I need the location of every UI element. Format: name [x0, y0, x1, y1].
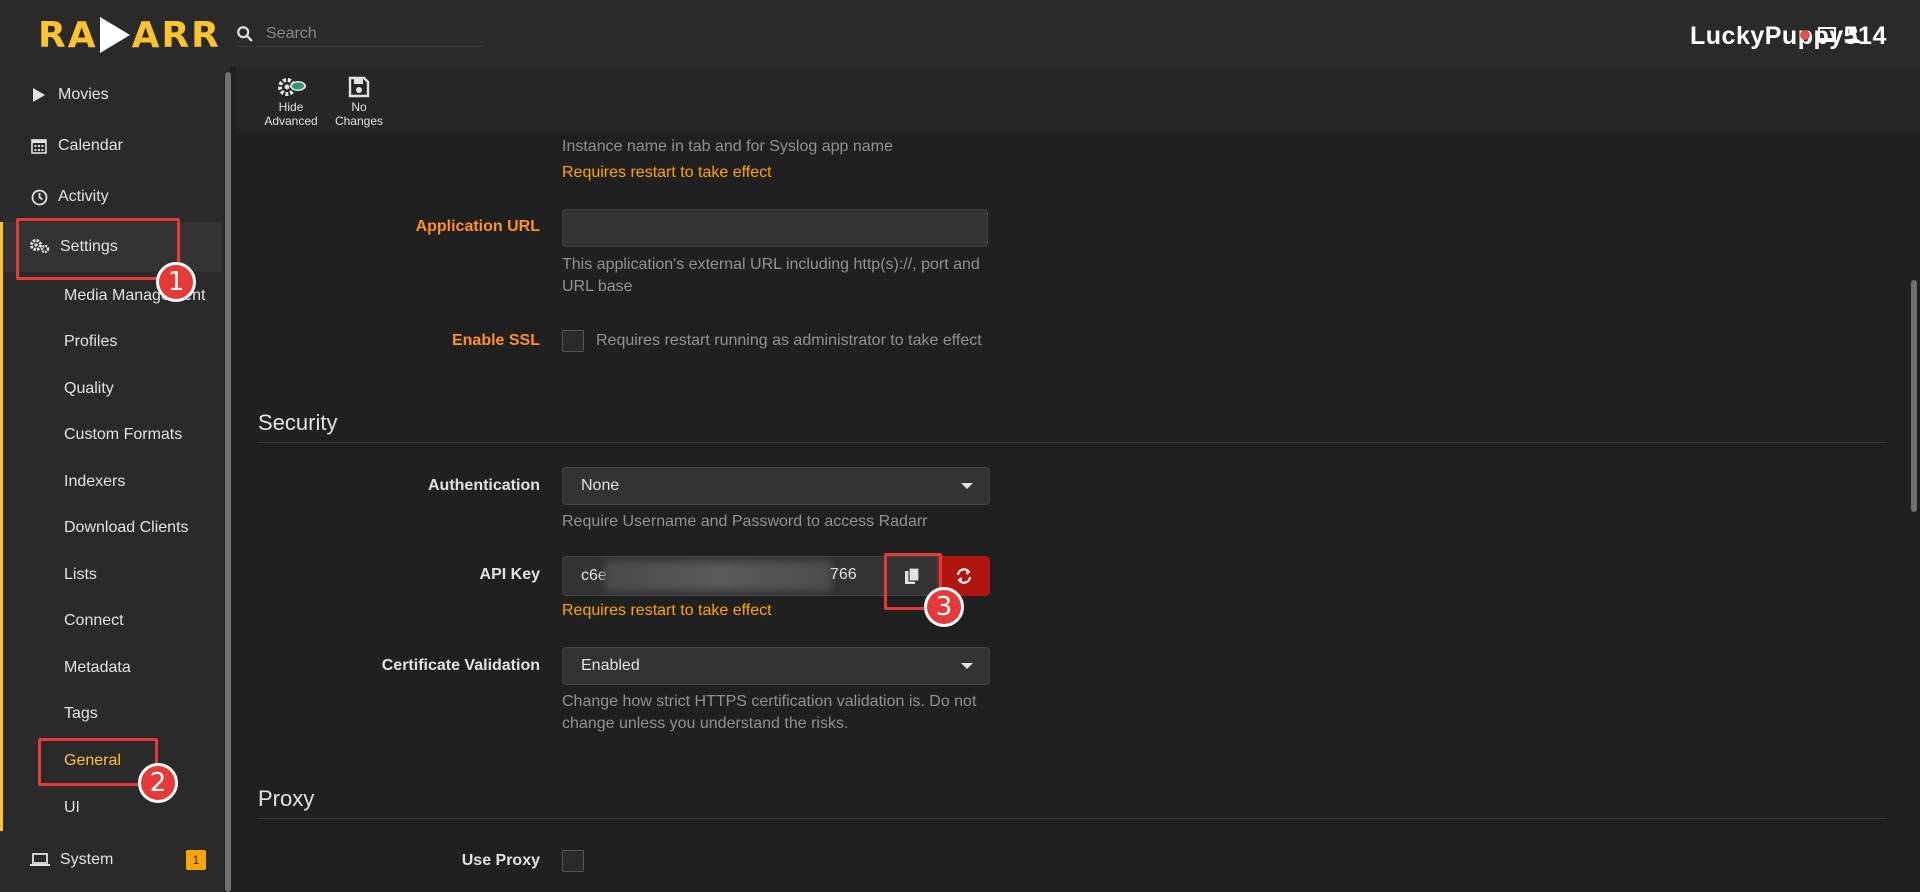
sidebar-item-profiles[interactable]: Profiles: [64, 330, 117, 354]
laptop-icon: [30, 852, 50, 868]
radarr-logo[interactable]: RA ARR: [38, 14, 221, 56]
sidebar-item-movies[interactable]: Movies: [0, 70, 222, 120]
application-url-label: Application URL: [415, 218, 540, 235]
sidebar-item-label: Activity: [58, 188, 109, 205]
sidebar-item-ui[interactable]: UI: [64, 796, 80, 820]
save-changes-button[interactable]: No Changes: [328, 76, 390, 128]
application-url-help: This application's external URL includin…: [562, 254, 980, 298]
header-actions: [1800, 26, 1862, 44]
authentication-help: Require Username and Password to access …: [562, 513, 928, 530]
certificate-validation-select[interactable]: Enabled: [562, 647, 990, 685]
main-scroll-thumb[interactable]: [1911, 280, 1917, 512]
clock-icon: [30, 188, 48, 206]
enable-ssl-checkbox[interactable]: [562, 330, 584, 352]
instance-name-warning: Requires restart to take effect: [562, 164, 772, 181]
calendar-icon: [30, 137, 48, 155]
certificate-validation-help: Change how strict HTTPS certification va…: [562, 691, 976, 735]
instance-name-help: Instance name in tab and for Syslog app …: [562, 138, 893, 155]
certificate-validation-value: Enabled: [581, 657, 640, 674]
sidebar-item-system[interactable]: System 1: [0, 840, 222, 880]
authentication-value: None: [581, 477, 620, 494]
play-icon: [30, 86, 48, 104]
sidebar-item-indexers[interactable]: Indexers: [64, 470, 125, 494]
page-toolbar: Hide Advanced No Changes: [236, 66, 1920, 134]
main-scrollbar[interactable]: [1908, 134, 1920, 892]
laptop-icon[interactable]: [1816, 27, 1838, 43]
annotation-number-3: 3: [924, 587, 964, 627]
sidebar-item-calendar[interactable]: Calendar: [0, 121, 222, 171]
api-key-warning: Requires restart to take effect: [562, 602, 772, 619]
authentication-select[interactable]: None: [562, 467, 990, 505]
save-icon: [348, 76, 370, 98]
hide-advanced-button[interactable]: Hide Advanced: [260, 76, 322, 128]
application-url-input[interactable]: [562, 209, 988, 247]
certificate-help-line2: change unless you understand the risks.: [562, 715, 849, 732]
user-icon[interactable]: [1844, 26, 1862, 44]
sidebar-item-metadata[interactable]: Metadata: [64, 656, 131, 680]
caret-down-icon: [961, 663, 973, 669]
enable-ssl-label: Enable SSL: [451, 332, 540, 349]
hide-advanced-line1: Hide: [278, 100, 304, 114]
save-line1: No: [351, 100, 367, 114]
authentication-label: Authentication: [428, 477, 540, 494]
use-proxy-checkbox[interactable]: [562, 850, 584, 872]
sidebar-item-lists[interactable]: Lists: [64, 563, 97, 587]
logo-play-icon: [99, 17, 130, 53]
annotation-number-1: 1: [156, 262, 196, 302]
caret-down-icon: [961, 483, 973, 489]
application-url-help-line2: URL base: [562, 278, 633, 295]
api-key-redaction: [604, 561, 832, 591]
enable-ssl-help: Requires restart running as administrato…: [596, 332, 982, 349]
save-line2: Changes: [334, 114, 384, 128]
search-bar: [236, 22, 484, 47]
application-url-help-line1: This application's external URL includin…: [562, 256, 980, 273]
api-key-label: API Key: [479, 566, 540, 583]
annotation-number-2: 2: [138, 763, 178, 803]
sidebar-item-label: System: [60, 851, 114, 868]
use-proxy-label: Use Proxy: [461, 852, 540, 869]
sidebar-item-custom-formats[interactable]: Custom Formats: [64, 423, 182, 447]
sidebar-scroll-thumb[interactable]: [225, 72, 231, 892]
sidebar-item-download-clients[interactable]: Download Clients: [64, 516, 189, 540]
proxy-section-title: Proxy: [258, 786, 315, 811]
refresh-icon: [956, 568, 972, 584]
sidebar-item-label: Movies: [58, 86, 109, 103]
top-header: RA ARR LuckyPuppy514: [0, 0, 1920, 66]
search-input[interactable]: [264, 24, 478, 44]
proxy-divider: [258, 818, 1886, 819]
search-icon: [237, 26, 253, 42]
hide-advanced-line2: Advanced: [264, 114, 318, 128]
sidebar-scrollbar[interactable]: [224, 72, 232, 892]
sidebar-item-connect[interactable]: Connect: [64, 609, 124, 633]
certificate-help-line1: Change how strict HTTPS certification va…: [562, 693, 977, 710]
certificate-validation-label: Certificate Validation: [381, 657, 540, 674]
sidebar-item-tags[interactable]: Tags: [64, 702, 98, 726]
annotation-box-settings: [16, 218, 180, 280]
sidebar-item-label: Calendar: [58, 137, 123, 154]
system-badge: 1: [186, 850, 206, 870]
security-divider: [258, 442, 1886, 443]
sidebar-item-quality[interactable]: Quality: [64, 377, 114, 401]
heart-icon[interactable]: [1800, 30, 1810, 40]
sidebar-item-activity[interactable]: Activity: [0, 172, 222, 222]
logo-text-right: ARR: [131, 14, 221, 56]
security-section-title: Security: [258, 410, 338, 435]
api-key-suffix: 766: [830, 566, 857, 583]
cog-eye-icon: [278, 78, 306, 96]
api-key-prefix: c6e: [581, 567, 607, 584]
logo-text-left: RA: [38, 14, 98, 56]
